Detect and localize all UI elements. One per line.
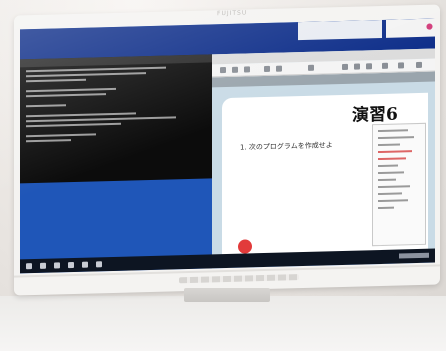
toolbar-icon[interactable]	[342, 63, 348, 70]
system-tray[interactable]	[399, 252, 429, 259]
console-text-line	[26, 112, 136, 118]
console-window[interactable]	[20, 54, 212, 184]
toolbar-icon[interactable]	[276, 65, 282, 72]
taskbar-app-icon[interactable]	[54, 262, 60, 269]
console-text-line	[26, 133, 96, 138]
taskbar-app-icon[interactable]	[82, 261, 88, 268]
code-line	[378, 178, 396, 182]
taskbar-app-icon[interactable]	[96, 261, 102, 268]
console-text-line	[26, 93, 106, 98]
code-line	[378, 185, 410, 189]
code-line	[378, 192, 402, 196]
monitor: FUJITSU ● 演習6 1. 次のプログラムを作成せよ	[14, 4, 440, 296]
code-line	[378, 199, 408, 203]
code-line	[378, 129, 408, 133]
slide-title: 演習6	[352, 104, 398, 126]
slide-viewer-window[interactable]: 演習6 1. 次のプログラムを作成せよ	[212, 48, 435, 269]
slide-bullet: 1. 次のプログラムを作成せよ	[240, 141, 333, 152]
toolbar-icon[interactable]	[244, 66, 250, 73]
toolbar-icon[interactable]	[232, 66, 238, 73]
code-line	[378, 157, 406, 161]
code-line	[378, 171, 404, 175]
console-text-line	[26, 122, 121, 128]
toolbar-icon[interactable]	[398, 62, 404, 69]
toolbar-icon[interactable]	[308, 64, 314, 71]
record-button[interactable]	[238, 239, 252, 254]
code-box	[372, 122, 426, 247]
start-icon[interactable]	[26, 263, 32, 270]
console-text-line	[26, 104, 66, 108]
toolbar-icon[interactable]	[382, 62, 388, 69]
code-line	[378, 164, 398, 168]
browser-tab[interactable]	[298, 19, 382, 41]
toolbar-icon[interactable]	[416, 61, 422, 69]
console-text-line	[26, 78, 86, 83]
code-line	[378, 136, 414, 140]
monitor-brand: FUJITSU	[217, 9, 248, 18]
slide-page: 演習6 1. 次のプログラムを作成せよ	[222, 92, 428, 263]
toolbar-icon[interactable]	[220, 67, 226, 74]
search-icon[interactable]	[40, 262, 46, 269]
desk-surface	[0, 296, 446, 351]
monitor-sensor-strip	[179, 274, 299, 284]
console-text-line	[26, 116, 176, 123]
tab-icon: ●	[426, 21, 433, 31]
toolbar-icon[interactable]	[366, 63, 372, 70]
toolbar-icon[interactable]	[354, 63, 360, 70]
code-line	[378, 150, 412, 154]
code-line	[378, 143, 400, 147]
code-line	[378, 206, 394, 210]
browser-tab-2[interactable]: ●	[386, 18, 435, 38]
monitor-screen: ● 演習6 1. 次のプログラムを作成せよ	[20, 18, 435, 274]
console-text-line	[26, 139, 71, 143]
console-text-line	[26, 87, 116, 93]
taskbar-app-icon[interactable]	[68, 262, 74, 269]
monitor-stand	[184, 288, 270, 302]
console-text-line	[26, 72, 146, 78]
toolbar-icon[interactable]	[264, 65, 270, 73]
